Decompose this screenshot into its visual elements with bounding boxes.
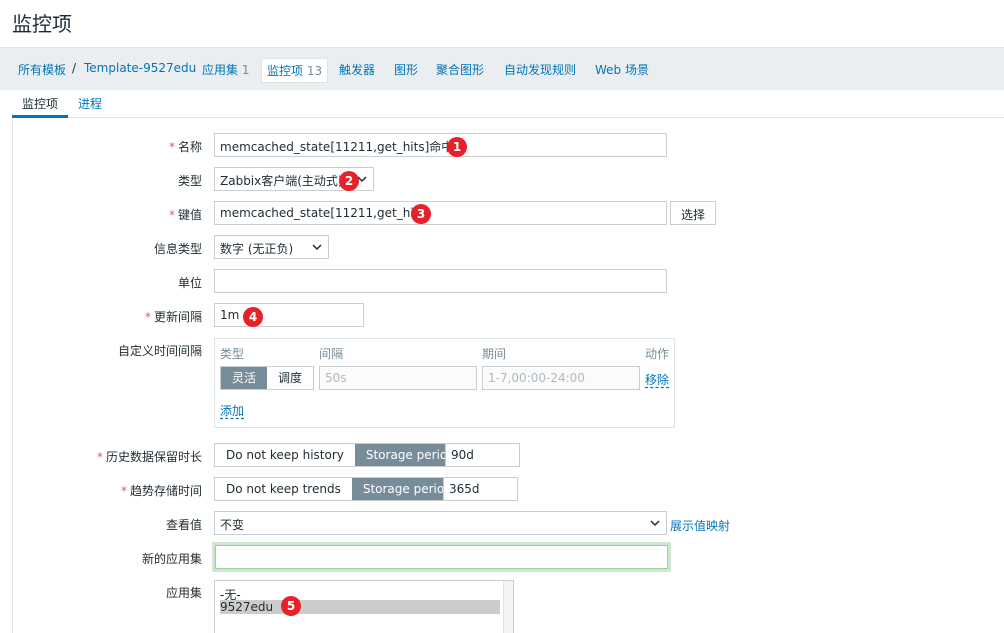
new-application-input[interactable] bbox=[212, 542, 671, 572]
nav-items-label: 监控项 bbox=[267, 64, 304, 78]
units-input[interactable] bbox=[214, 269, 667, 293]
annotation-badge-4: 4 bbox=[243, 307, 263, 327]
key-input[interactable]: memcached_state[11211,get_hits] bbox=[214, 201, 667, 225]
tab-item[interactable]: 监控项 bbox=[22, 95, 58, 112]
update-interval-input[interactable]: 1m bbox=[214, 303, 364, 327]
required-mark: * bbox=[168, 140, 175, 154]
chevron-down-icon bbox=[650, 520, 660, 527]
breadcrumb-template[interactable]: Template-9527edu bbox=[84, 61, 196, 75]
annotation-badge-2: 2 bbox=[339, 171, 359, 191]
history-label-text: 历史数据保留时长 bbox=[105, 450, 202, 464]
info-type-select[interactable]: 数字 (无正负) bbox=[214, 235, 329, 259]
add-interval-link[interactable]: 添加 bbox=[220, 402, 244, 419]
update-interval-label: * 更新间隔 bbox=[145, 308, 202, 325]
remove-interval-link[interactable]: 移除 bbox=[645, 371, 669, 388]
chevron-down-icon bbox=[312, 244, 322, 251]
show-value-select[interactable]: 不变 bbox=[214, 511, 667, 535]
nav-discovery-rules[interactable]: 自动发现规则 bbox=[504, 61, 576, 78]
custom-intervals-table: 类型 间隔 期间 动作 灵活 调度 50s 1-7,00:00-24:00 移除… bbox=[214, 338, 675, 428]
nav-applications-label: 应用集 bbox=[202, 63, 239, 77]
applications-label: 应用集 bbox=[165, 586, 202, 600]
key-label: * 键值 bbox=[169, 206, 202, 223]
type-select-value: Zabbix客户端(主动式) bbox=[220, 174, 343, 188]
custom-period-input[interactable]: 1-7,00:00-24:00 bbox=[482, 366, 640, 390]
required-mark: * bbox=[144, 310, 151, 324]
show-value-select-value: 不变 bbox=[220, 518, 245, 532]
units-label: 单位 bbox=[177, 276, 202, 290]
annotation-badge-1: 1 bbox=[447, 137, 467, 157]
trends-label: * 趋势存储时间 bbox=[121, 482, 202, 499]
nav-web-scenarios[interactable]: Web 场景 bbox=[595, 61, 649, 78]
value-mapping-link[interactable]: 展示值映射 bbox=[670, 517, 730, 534]
custom-intervals-header-period: 期间 bbox=[482, 347, 507, 361]
required-mark: * bbox=[168, 208, 175, 222]
custom-interval-input[interactable]: 50s bbox=[319, 366, 477, 390]
required-mark: * bbox=[96, 450, 103, 464]
listbox-scrollbar[interactable] bbox=[503, 581, 513, 633]
key-label-text: 键值 bbox=[177, 208, 202, 222]
info-type-label: 信息类型 bbox=[153, 242, 202, 256]
name-label-text: 名称 bbox=[177, 140, 202, 154]
interval-type-flexible[interactable]: 灵活 bbox=[221, 367, 268, 389]
update-interval-label-text: 更新间隔 bbox=[153, 310, 202, 324]
show-value-label: 查看值 bbox=[165, 518, 202, 532]
nav-screens[interactable]: 聚合图形 bbox=[436, 61, 484, 78]
custom-intervals-header-action: 动作 bbox=[645, 347, 670, 361]
history-period-input[interactable]: 90d bbox=[445, 443, 520, 467]
annotation-badge-5: 5 bbox=[281, 596, 301, 616]
tab-process[interactable]: 进程 bbox=[78, 95, 102, 112]
nav-triggers[interactable]: 触发器 bbox=[339, 61, 375, 78]
history-label: * 历史数据保留时长 bbox=[97, 448, 202, 465]
name-input[interactable]: memcached_state[11211,get_hits]命中数 bbox=[214, 133, 667, 157]
breadcrumb-all-templates[interactable]: 所有模板 bbox=[18, 61, 66, 78]
custom-intervals-header-type: 类型 bbox=[220, 347, 245, 361]
nav-items-count: 13 bbox=[306, 64, 323, 78]
application-option-9527edu[interactable]: 9527edu bbox=[220, 600, 500, 614]
form-tabs: 监控项 进程 bbox=[12, 90, 1004, 118]
trends-mode-toggle[interactable]: Do not keep trends Storage period bbox=[214, 477, 464, 501]
item-form: * 名称 memcached_state[11211,get_hits]命中数 1… bbox=[12, 118, 1004, 633]
info-type-select-value: 数字 (无正负) bbox=[220, 242, 294, 256]
nav-items[interactable]: 监控项 13 bbox=[261, 58, 329, 83]
annotation-badge-3: 3 bbox=[411, 204, 431, 224]
custom-intervals-label: 自定义时间间隔 bbox=[117, 344, 202, 358]
history-do-not-keep[interactable]: Do not keep history bbox=[215, 444, 355, 466]
nav-graphs[interactable]: 图形 bbox=[394, 61, 418, 78]
applications-listbox[interactable]: -无- 9527edu bbox=[214, 580, 514, 633]
template-navbar: 所有模板 / Template-9527edu 应用集 1 监控项 13 触发器… bbox=[0, 47, 1004, 90]
nav-applications[interactable]: 应用集 1 bbox=[202, 61, 249, 78]
trends-do-not-keep[interactable]: Do not keep trends bbox=[215, 478, 352, 500]
required-mark: * bbox=[120, 484, 127, 498]
interval-type-scheduling[interactable]: 调度 bbox=[267, 367, 314, 389]
interval-type-toggle[interactable]: 灵活 调度 bbox=[220, 366, 315, 390]
trends-period-input[interactable]: 365d bbox=[443, 477, 518, 501]
page-title: 监控项 bbox=[12, 12, 72, 36]
history-mode-toggle[interactable]: Do not keep history Storage period bbox=[214, 443, 467, 467]
key-select-button[interactable]: 选择 bbox=[670, 201, 717, 225]
nav-applications-count: 1 bbox=[241, 63, 250, 77]
new-application-input-field[interactable] bbox=[215, 545, 668, 569]
custom-intervals-header-interval: 间隔 bbox=[319, 347, 344, 361]
type-label: 类型 bbox=[177, 174, 202, 188]
new-application-label: 新的应用集 bbox=[141, 552, 202, 566]
breadcrumb-separator: / bbox=[72, 61, 77, 75]
trends-label-text: 趋势存储时间 bbox=[129, 484, 202, 498]
name-label: * 名称 bbox=[169, 138, 202, 155]
